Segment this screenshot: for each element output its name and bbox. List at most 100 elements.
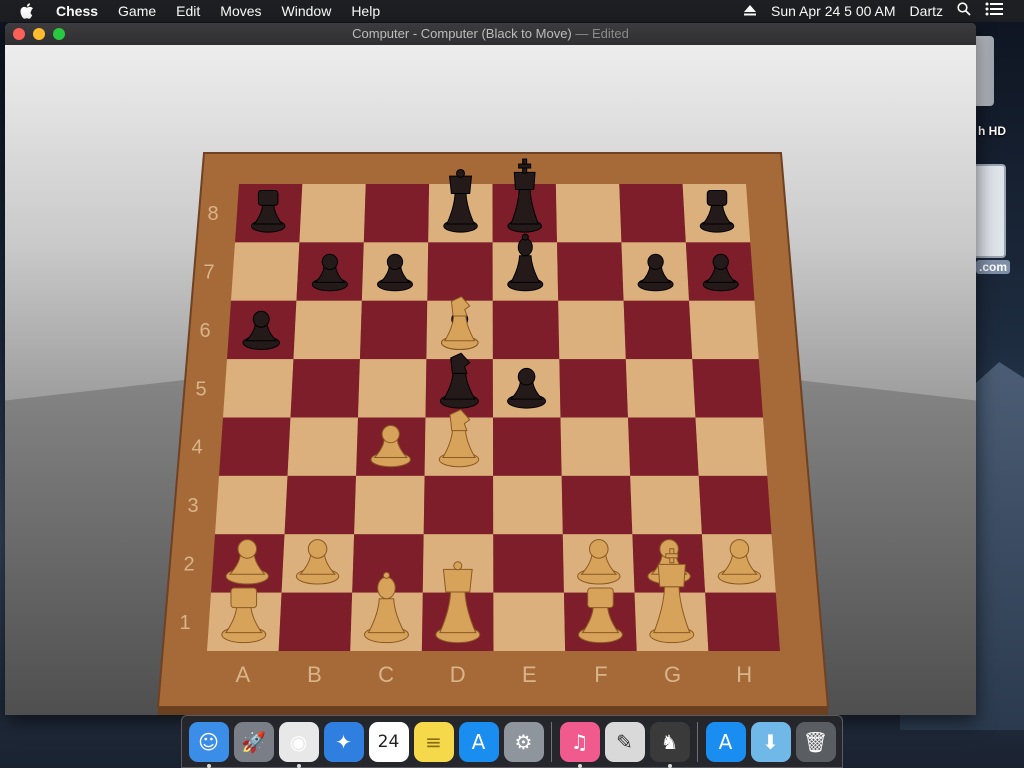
menu-edit[interactable]: Edit	[166, 0, 210, 22]
desktop-file-icon[interactable]	[976, 164, 1006, 258]
dock-preview-icon[interactable]: ✎	[604, 721, 645, 762]
square-h5[interactable]	[692, 359, 763, 418]
window-title: Computer - Computer (Black to Move)	[352, 26, 572, 41]
square-f4[interactable]	[560, 417, 631, 476]
file-label-b: B	[307, 662, 322, 687]
rank-label-1: 1	[179, 612, 190, 634]
square-b1[interactable]	[278, 592, 353, 651]
rank-label-5: 5	[195, 378, 206, 400]
running-indicator	[577, 763, 582, 768]
notification-center-icon[interactable]	[978, 0, 1010, 22]
clock[interactable]: Sun Apr 24 5 00 AM	[764, 0, 903, 22]
zoom-button[interactable]	[53, 28, 65, 40]
square-g8[interactable]	[619, 184, 686, 243]
square-e3[interactable]	[493, 475, 563, 535]
square-f5[interactable]	[559, 359, 628, 418]
minimize-button[interactable]	[33, 28, 45, 40]
dock-app-store-icon[interactable]: A	[458, 721, 499, 762]
dock-chess-icon[interactable]: ♞	[649, 721, 690, 768]
app-name-menu[interactable]: Chess	[46, 0, 108, 22]
square-f7[interactable]	[557, 242, 624, 301]
square-a4[interactable]	[219, 417, 291, 476]
square-d3[interactable]	[423, 475, 494, 535]
board-frame-edge	[158, 707, 828, 715]
square-a5[interactable]	[223, 359, 294, 418]
dock-downloads-folder-icon[interactable]: ⬇	[750, 721, 791, 762]
square-g5[interactable]	[625, 359, 696, 418]
square-f8[interactable]	[555, 184, 622, 243]
square-b5[interactable]	[290, 359, 360, 418]
rank-label-7: 7	[203, 262, 214, 284]
desktop-file-label: .com	[976, 260, 1011, 274]
rank-label-2: 2	[183, 553, 194, 575]
dock-notes-icon[interactable]: ≡	[413, 721, 454, 762]
square-c3[interactable]	[354, 475, 425, 535]
chess-scene: A B C D E F G H 1 2 3 4 5 6 7 8	[5, 45, 976, 715]
file-label-e: E	[522, 662, 537, 687]
square-a3[interactable]	[215, 475, 288, 535]
close-button[interactable]	[13, 28, 25, 40]
window-title-bar[interactable]: Computer - Computer (Black to Move) — Ed…	[5, 23, 976, 45]
dock-separator	[697, 721, 698, 762]
dock-itunes-icon[interactable]: ♫	[559, 721, 600, 768]
hard-disk-label: h HD	[978, 124, 1006, 138]
dock-trash-icon[interactable]: 🗑	[795, 721, 836, 762]
dock-safari-icon[interactable]: ✦	[323, 721, 364, 762]
square-g4[interactable]	[628, 417, 699, 476]
status-area: Sun Apr 24 5 00 AM Dartz	[736, 0, 1024, 22]
rank-label-8: 8	[207, 203, 218, 225]
square-b8[interactable]	[299, 184, 366, 243]
square-h3[interactable]	[698, 475, 772, 535]
dock-finder-icon[interactable]: ☺	[188, 721, 229, 768]
square-b3[interactable]	[284, 475, 357, 535]
dock-app-store-downloads-icon[interactable]: A	[705, 721, 746, 762]
square-h4[interactable]	[695, 417, 768, 476]
running-indicator	[667, 763, 672, 768]
dock-launchpad-icon[interactable]: 🚀	[233, 721, 274, 762]
rank-label-6: 6	[199, 320, 210, 342]
apple-menu-icon[interactable]	[0, 3, 46, 19]
menu-window[interactable]: Window	[272, 0, 342, 22]
rank-label-4: 4	[191, 437, 202, 459]
square-b6[interactable]	[293, 300, 362, 360]
menu-help[interactable]: Help	[341, 0, 390, 22]
square-c6[interactable]	[359, 300, 428, 360]
spotlight-search-icon[interactable]	[950, 0, 978, 22]
file-label-c: C	[378, 662, 394, 687]
square-e1[interactable]	[493, 592, 566, 651]
dock-separator	[551, 721, 552, 762]
file-label-g: G	[664, 662, 681, 687]
file-label-f: F	[594, 662, 607, 687]
square-e4[interactable]	[493, 417, 562, 476]
square-d7[interactable]	[427, 242, 493, 301]
dock-calendar-icon[interactable]: 24	[368, 721, 409, 762]
menu-bar: Chess Game Edit Moves Window Help Sun Ap…	[0, 0, 1024, 22]
menu-moves[interactable]: Moves	[210, 0, 271, 22]
square-c8[interactable]	[363, 184, 430, 243]
dock: ☺ 🚀 ◉ ✦ 24 ≡ A ⚙ ♫ ✎ ♞ A ⬇ 🗑	[181, 715, 843, 768]
chess-window: Computer - Computer (Black to Move) — Ed…	[5, 23, 976, 715]
eject-icon[interactable]	[736, 0, 764, 22]
square-h1[interactable]	[705, 592, 780, 651]
dock-chrome-icon[interactable]: ◉	[278, 721, 319, 768]
running-indicator	[206, 763, 211, 768]
square-b4[interactable]	[287, 417, 358, 476]
square-f3[interactable]	[561, 475, 633, 535]
file-label-h: H	[736, 662, 752, 687]
square-a7[interactable]	[231, 242, 300, 301]
square-g6[interactable]	[623, 300, 693, 360]
file-label-a: A	[235, 662, 250, 687]
user-menu[interactable]: Dartz	[903, 0, 950, 22]
menu-game[interactable]: Game	[108, 0, 166, 22]
square-f6[interactable]	[558, 300, 626, 360]
square-h6[interactable]	[689, 300, 759, 360]
chess-board[interactable]: A B C D E F G H 1 2 3 4 5 6 7 8	[5, 45, 976, 715]
edited-indicator: — Edited	[575, 26, 629, 41]
hard-disk-icon[interactable]	[976, 36, 994, 106]
dock-system-preferences-icon[interactable]: ⚙	[503, 721, 544, 762]
square-c5[interactable]	[358, 359, 427, 418]
rank-label-3: 3	[187, 495, 198, 517]
square-e2[interactable]	[493, 534, 564, 593]
square-g3[interactable]	[630, 475, 702, 535]
square-e6[interactable]	[492, 300, 560, 360]
